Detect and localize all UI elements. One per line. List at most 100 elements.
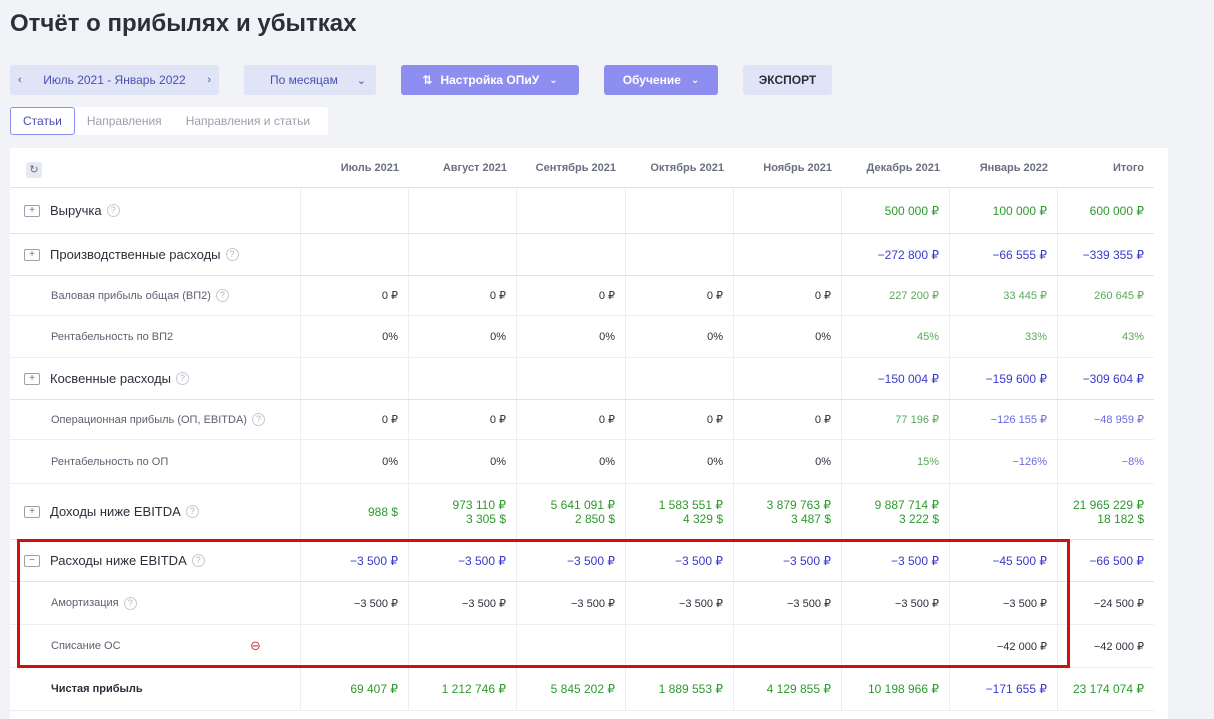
table-cell: −3 500 ₽ [734, 582, 842, 624]
table-cell: 0% [626, 316, 734, 357]
help-icon[interactable]: ? [251, 413, 265, 426]
table-cell: 988 $ [301, 484, 409, 539]
cell-value: −3 500 ₽ [566, 553, 615, 568]
table-row: + Производственные расходы? −272 800 ₽ −66 … [10, 234, 1154, 276]
cell-value-secondary: 2 850 $ [574, 511, 615, 526]
table-cell: 3 879 763 ₽3 487 $ [734, 484, 842, 539]
row-label[interactable]: + Доходы ниже EBITDA? [10, 484, 301, 539]
row-name: Операционная прибыль (ОП, EBITDA) [51, 413, 247, 426]
tab-directions[interactable]: Направления [75, 107, 174, 135]
table-cell: −3 500 ₽ [517, 582, 626, 624]
cell-value: 15% [916, 455, 939, 468]
folder-icon[interactable]: + [24, 505, 40, 518]
row-label: Валовая прибыль общая (ВП2)? [10, 276, 301, 315]
cell-value: −159 600 ₽ [985, 371, 1047, 386]
export-button[interactable]: ЭКСПОРТ [743, 65, 832, 95]
cell-value: 988 $ [367, 504, 398, 519]
cell-value: −126 155 ₽ [990, 414, 1047, 426]
folder-icon[interactable]: + [24, 372, 40, 385]
table-cell: 5 845 202 ₽ [517, 668, 626, 710]
row-name: Списание ОС [51, 640, 121, 652]
chevron-right-icon[interactable]: › [207, 74, 211, 86]
table-cell: −3 500 ₽ [409, 540, 517, 581]
learning-button[interactable]: Обучение ⌄ [604, 65, 718, 95]
row-name: Рентабельность по ВП2 [51, 330, 174, 343]
grouping-select[interactable]: По месяцам ⌄ [244, 65, 376, 95]
help-icon[interactable]: ? [225, 248, 239, 261]
row-label[interactable]: + Косвенные расходы? [10, 358, 301, 399]
row-label[interactable]: + Выручка? [10, 188, 301, 233]
row-label: Рентабельность по ОП [10, 440, 301, 483]
chevron-down-icon: ⌄ [549, 74, 558, 86]
column-header: Декабрь 2021 [866, 161, 940, 174]
cell-value: 9 887 714 ₽ [874, 497, 939, 512]
cell-value: 0 ₽ [381, 414, 398, 426]
table-cell: 0% [409, 316, 517, 357]
table-cell: 0% [626, 440, 734, 483]
cell-value: −66 555 ₽ [992, 247, 1047, 262]
cell-value: 0% [707, 455, 723, 468]
row-label: Списание ОС ⊖ [10, 625, 301, 667]
help-icon[interactable]: ? [191, 554, 205, 567]
table-cell: 1 583 551 ₽4 329 $ [626, 484, 734, 539]
cell-value: −339 355 ₽ [1082, 247, 1144, 262]
cell-value: 5 845 202 ₽ [550, 682, 615, 696]
cell-value: 0 ₽ [489, 414, 506, 426]
table-cell: 5 641 091 ₽2 850 $ [517, 484, 626, 539]
table-cell [517, 625, 626, 667]
table-cell: 0% [301, 316, 409, 357]
table-cell: 0 ₽ [517, 400, 626, 439]
folder-icon[interactable]: + [24, 204, 40, 217]
table-cell [734, 358, 842, 399]
table-cell: 0% [734, 440, 842, 483]
cell-value: −3 500 ₽ [1002, 597, 1047, 610]
table-cell: 1 889 553 ₽ [626, 668, 734, 710]
row-name: Рентабельность по ОП [51, 455, 169, 468]
folder-icon[interactable]: − [24, 554, 40, 567]
table-cell: −159 600 ₽ [950, 358, 1058, 399]
help-icon[interactable]: ? [215, 289, 229, 302]
row-label[interactable]: − Расходы ниже EBITDA? [10, 540, 301, 581]
cell-value-secondary: 4 329 $ [682, 511, 723, 526]
help-icon[interactable]: ? [185, 505, 199, 518]
chevron-left-icon[interactable]: ‹ [18, 74, 22, 86]
table-cell [301, 188, 409, 233]
row-name: Выручка [50, 203, 102, 218]
help-icon[interactable]: ? [106, 204, 120, 217]
settings-button[interactable]: ⇅ Настройка ОПиУ ⌄ [401, 65, 579, 95]
learning-label: Обучение [622, 73, 681, 87]
cell-value: −272 800 ₽ [877, 247, 939, 262]
folder-icon[interactable]: + [24, 248, 40, 261]
column-header: Июль 2021 [340, 161, 399, 174]
table-cell: 33 445 ₽ [950, 276, 1058, 315]
table-cell [626, 188, 734, 233]
cell-value: 4 129 855 ₽ [766, 682, 831, 696]
table-cell [409, 234, 517, 275]
table-cell: 4 129 855 ₽ [734, 668, 842, 710]
table-row: Списание ОС ⊖ −42 000 ₽ −42 000 ₽ [10, 625, 1154, 668]
cell-value: 1 889 553 ₽ [658, 682, 723, 696]
refresh-icon[interactable]: ↻ [26, 162, 42, 178]
period-selector[interactable]: ‹ Июль 2021 - Январь 2022 › [10, 65, 219, 95]
cell-value: 0% [382, 330, 398, 343]
column-header: Сентябрь 2021 [535, 161, 616, 174]
table-cell: 1 212 746 ₽ [409, 668, 517, 710]
help-icon[interactable]: ? [176, 372, 190, 385]
cell-value: 0% [815, 455, 831, 468]
row-label: Операционная прибыль (ОП, EBITDA)? [10, 400, 301, 439]
help-icon[interactable]: ? [123, 596, 137, 610]
cell-value: 0% [599, 330, 615, 343]
tab-articles[interactable]: Статьи [10, 107, 75, 135]
cell-value: 0 ₽ [814, 414, 831, 426]
table-cell [409, 358, 517, 399]
sliders-icon: ⇅ [422, 73, 433, 87]
tab-directions-articles[interactable]: Направления и статьи [174, 107, 322, 135]
link-icon[interactable]: ⊖ [250, 638, 261, 654]
table-cell: −66 555 ₽ [950, 234, 1058, 275]
table-cell: 500 000 ₽ [842, 188, 950, 233]
row-name: Доходы ниже EBITDA [50, 504, 181, 519]
row-name: Чистая прибыль [51, 683, 143, 695]
cell-value: −3 500 ₽ [353, 597, 398, 610]
row-label[interactable]: + Производственные расходы? [10, 234, 301, 275]
table-cell: 0% [517, 316, 626, 357]
